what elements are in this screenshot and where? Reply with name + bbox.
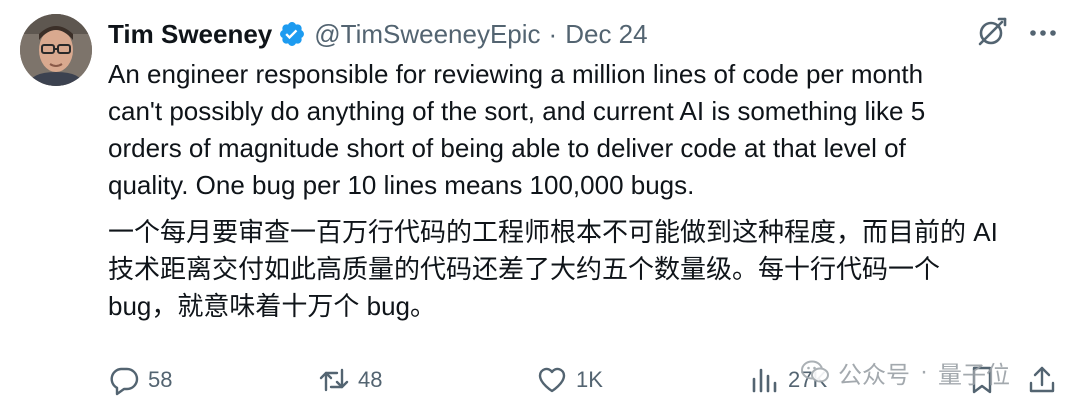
repost-button[interactable]: 48	[318, 358, 382, 402]
watermark: 公众号 · 量子位	[800, 352, 1010, 392]
tweet-header: Tim Sweeney @TimSweeneyEpic · Dec 24	[108, 16, 648, 52]
tweet-text-english: An engineer responsible for reviewing a …	[108, 59, 926, 200]
reply-button[interactable]: 58	[108, 358, 172, 402]
tweet-date[interactable]: Dec 24	[565, 19, 647, 50]
author-name[interactable]: Tim Sweeney	[108, 19, 272, 50]
watermark-source: 公众号	[838, 361, 910, 389]
like-count: 1K	[576, 367, 603, 392]
tweet-text-chinese: 一个每月要审查一百万行代码的工程师根本不可能做到这种程度，而目前的 AI 技术距…	[108, 217, 998, 321]
wechat-logo-icon	[800, 358, 830, 386]
grok-icon[interactable]	[974, 16, 1008, 50]
like-button[interactable]: 1K	[536, 358, 603, 402]
top-actions	[974, 16, 1058, 50]
share-icon	[1026, 364, 1058, 396]
more-icon[interactable]	[1028, 18, 1058, 48]
heart-icon	[536, 364, 568, 396]
repost-count: 48	[358, 367, 383, 392]
views-icon	[748, 364, 780, 396]
author-handle[interactable]: @TimSweeneyEpic	[314, 19, 540, 50]
avatar-photo	[20, 14, 92, 86]
verified-badge-icon[interactable]	[278, 20, 306, 48]
share-button[interactable]	[1026, 358, 1058, 402]
watermark-separator: ·	[920, 358, 928, 385]
watermark-account: 量子位	[938, 361, 1010, 389]
reply-count: 58	[148, 367, 173, 392]
avatar[interactable]	[20, 14, 92, 86]
repost-icon	[318, 364, 350, 396]
header-separator: ·	[548, 18, 558, 49]
tweet-card: Tim Sweeney @TimSweeneyEpic · Dec 24 An …	[0, 0, 1080, 413]
reply-icon	[108, 364, 140, 396]
